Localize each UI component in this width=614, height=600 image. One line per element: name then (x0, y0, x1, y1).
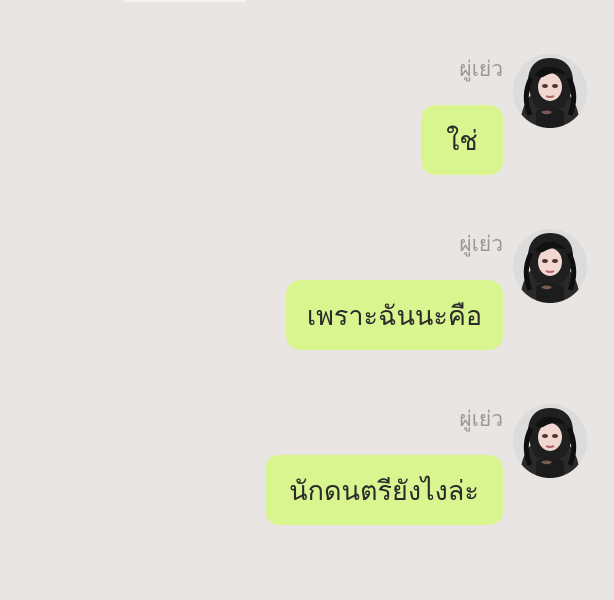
sender-name: ผู่เย่ว (459, 57, 503, 81)
sender-name: ผู่เย่ว (459, 407, 503, 431)
message-bubble[interactable]: นักดนตรียังไงล่ะ (265, 455, 503, 525)
chat-message: ผู่เย่ว นักดนตรียังไงล่ะ (0, 404, 614, 556)
avatar[interactable] (513, 54, 587, 128)
chat-message: ผู่เย่ว เพราะฉันนะคือ (0, 229, 614, 381)
message-bubble[interactable]: ใช่ (421, 105, 503, 175)
message-bubble[interactable]: เพราะฉันนะคือ (286, 280, 503, 350)
sender-name: ผู่เย่ว (459, 232, 503, 256)
avatar[interactable] (513, 404, 587, 478)
top-divider (124, 0, 246, 2)
chat-message: ผู่เย่ว ใช่ (0, 54, 614, 206)
avatar[interactable] (513, 229, 587, 303)
